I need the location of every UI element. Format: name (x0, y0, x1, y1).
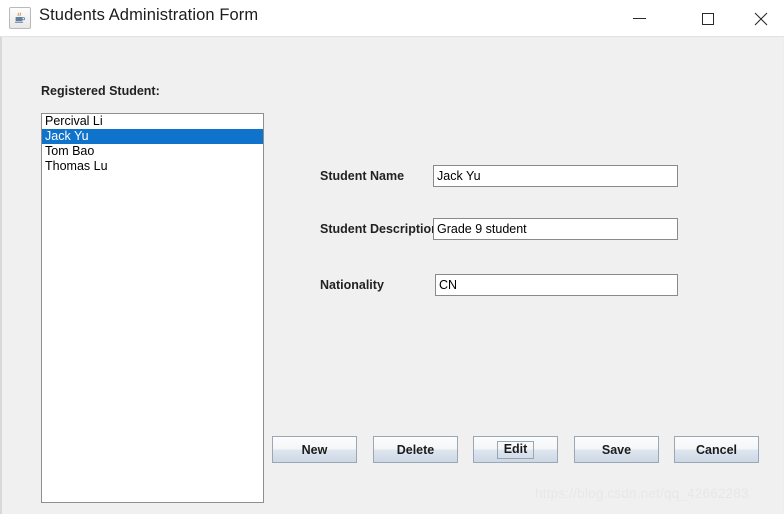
close-icon (754, 12, 768, 25)
cancel-button[interactable]: Cancel (674, 436, 759, 463)
java-coffee-cup-icon (9, 7, 31, 29)
list-item[interactable]: Thomas Lu (42, 159, 263, 174)
edit-button[interactable]: Edit (473, 436, 558, 463)
delete-button-label: Delete (396, 442, 435, 457)
application-window: Students Administration Form Registered … (0, 0, 784, 514)
registered-student-label: Registered Student: (41, 84, 160, 98)
save-button-label: Save (601, 442, 632, 457)
minimize-button[interactable] (616, 0, 662, 37)
new-button[interactable]: New (272, 436, 357, 463)
nationality-input[interactable] (435, 274, 678, 296)
nationality-label: Nationality (320, 278, 384, 292)
title-bar: Students Administration Form (0, 0, 784, 37)
save-button[interactable]: Save (574, 436, 659, 463)
student-description-label: Student Description (320, 222, 439, 236)
edit-button-label: Edit (496, 440, 535, 459)
list-item[interactable]: Tom Bao (42, 144, 263, 159)
delete-button[interactable]: Delete (373, 436, 458, 463)
watermark-text: https://blog.csdn.net/qq_42662283 (535, 486, 749, 501)
list-item[interactable]: Jack Yu (42, 129, 263, 144)
registered-student-list[interactable]: Percival Li Jack Yu Tom Bao Thomas Lu (41, 113, 264, 503)
close-button[interactable] (738, 0, 784, 37)
maximize-button[interactable] (685, 0, 731, 37)
maximize-icon (702, 12, 714, 25)
new-button-label: New (301, 442, 328, 457)
list-item[interactable]: Percival Li (42, 114, 263, 129)
student-name-input[interactable] (433, 165, 678, 187)
minimize-icon (632, 18, 646, 19)
cancel-button-label: Cancel (696, 442, 737, 457)
student-description-input[interactable] (433, 218, 678, 240)
student-name-label: Student Name (320, 169, 405, 183)
window-title: Students Administration Form (39, 6, 259, 24)
form-panel: Registered Student: Percival Li Jack Yu … (0, 37, 784, 514)
